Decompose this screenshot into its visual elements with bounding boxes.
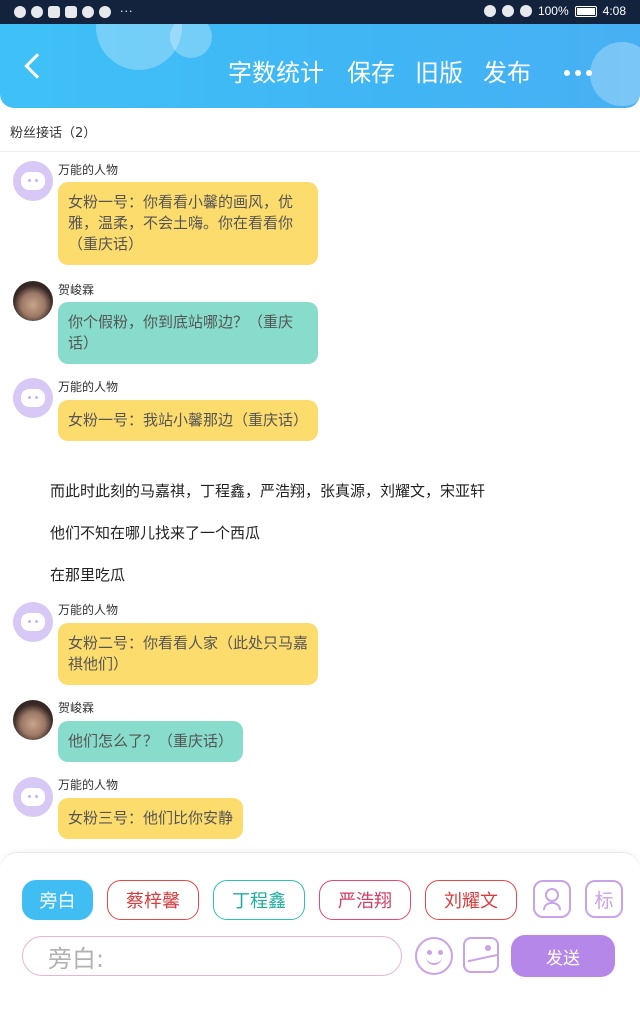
chevron-left-icon[interactable] (22, 54, 46, 78)
story-title: 粉丝接话（2） (10, 126, 97, 141)
role-chip-liu-yaowen[interactable]: 刘耀文 (425, 880, 517, 920)
message-bubble[interactable]: 女粉二号：你看看人家（此处只马嘉祺他们） (58, 623, 318, 685)
narration-text[interactable]: 在那里吃瓜 (50, 564, 125, 585)
weibo-icon (48, 5, 60, 18)
speaker-name: 万能的人物 (58, 603, 119, 617)
speaker-name: 贺峻霖 (58, 701, 95, 715)
app-icon (65, 5, 77, 18)
avatar[interactable] (13, 700, 53, 740)
tag-button[interactable]: 标 (585, 880, 623, 918)
narration-text[interactable]: 而此时此刻的马嘉祺，丁程鑫，严浩翔，张真源，刘耀文，宋亚轩 (50, 480, 485, 501)
speaker-name: 万能的人物 (58, 778, 119, 792)
alarm-icon (483, 5, 496, 17)
decor-bubble (590, 42, 640, 106)
mute-icon (519, 5, 532, 17)
role-chip-yan-haoxiang[interactable]: 严浩翔 (319, 880, 411, 920)
notification-icon (31, 5, 43, 18)
message-bubble[interactable]: 女粉三号：他们比你安静 (58, 798, 244, 839)
status-icons-right: 100% 4:08 (483, 4, 626, 18)
smiley-icon[interactable] (415, 937, 453, 975)
save-button[interactable]: 保存 (347, 58, 395, 88)
avatar[interactable] (13, 281, 53, 321)
clock: 4:08 (602, 4, 626, 18)
message-bubble[interactable]: 女粉一号：你看看小馨的画风，优雅，温柔，不会土嗨。你在看看你（重庆话） (58, 182, 318, 265)
chat-bubble-icon (21, 172, 45, 190)
battery-icon (574, 5, 597, 17)
avatar[interactable] (13, 378, 53, 418)
image-icon[interactable] (463, 937, 499, 973)
speaker-name: 贺峻霖 (58, 283, 95, 297)
avatar[interactable] (13, 602, 53, 642)
wifi-icon (14, 5, 26, 18)
qq-icon (99, 5, 111, 18)
decor-bubble (170, 24, 212, 58)
send-button[interactable]: 发送 (511, 935, 615, 977)
message-bubble[interactable]: 他们怎么了？（重庆话） (58, 721, 244, 762)
more-status-icon: ··· (120, 5, 134, 18)
role-chip-ding-chengxin[interactable]: 丁程鑫 (213, 880, 305, 920)
role-chip-cai-zixin[interactable]: 蔡梓馨 (107, 880, 199, 920)
bulb-icon (82, 5, 94, 18)
word-count-button[interactable]: 字数统计 (228, 58, 324, 88)
chat-bubble-icon (21, 389, 45, 407)
chat-bubble-icon (21, 613, 45, 631)
avatar[interactable] (13, 161, 53, 201)
old-version-button[interactable]: 旧版 (415, 58, 463, 88)
chat-bubble-icon (21, 788, 45, 806)
role-chip-narrator[interactable]: 旁白 (22, 880, 93, 920)
status-bar: ··· 100% 4:08 (0, 0, 640, 24)
decor-bubble (96, 24, 182, 70)
narration-text[interactable]: 他们不知在哪儿找来了一个西瓜 (50, 522, 260, 543)
avatar[interactable] (13, 777, 53, 817)
divider (0, 151, 640, 152)
battery-percent: 100% (537, 4, 569, 18)
speaker-name: 万能的人物 (58, 380, 119, 394)
message-bubble[interactable]: 你个假粉，你到底站哪边？（重庆话） (58, 302, 318, 364)
message-input[interactable]: 旁白: (22, 936, 402, 976)
status-icons-left: ··· (14, 5, 134, 18)
message-bubble[interactable]: 女粉一号：我站小馨那边（重庆话） (58, 400, 318, 441)
bluetooth-icon (501, 5, 514, 17)
more-horizontal-icon[interactable] (564, 70, 592, 76)
speaker-name: 万能的人物 (58, 163, 119, 177)
person-icon[interactable] (533, 880, 571, 918)
publish-button[interactable]: 发布 (483, 58, 531, 88)
top-app-bar: 字数统计 保存 旧版 发布 (0, 24, 640, 108)
